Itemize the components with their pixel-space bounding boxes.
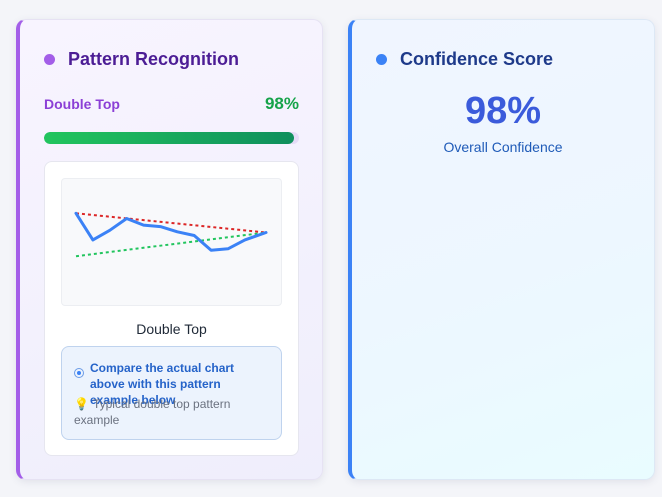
pattern-example-label: Double Top [136, 321, 207, 337]
pattern-example-panel: Double Top Compare the actual chart abov… [44, 161, 299, 456]
score-card-title: Confidence Score [400, 49, 554, 69]
info-indicator-icon [74, 368, 84, 378]
pattern-name: Double Top [44, 96, 120, 112]
price-line [74, 211, 268, 252]
pattern-recognition-card: Pattern Recognition Double Top 98% Doubl… [16, 19, 323, 480]
lightbulb-icon: 💡 [74, 397, 89, 411]
pattern-example-chart [61, 178, 282, 306]
score-card-header: Confidence Score [376, 49, 553, 70]
pattern-status-dot [44, 54, 55, 65]
pattern-sketch-svg [74, 211, 268, 258]
confidence-score-label: Overall Confidence [443, 139, 563, 155]
pattern-info-box: Compare the actual chart above with this… [61, 346, 282, 440]
info-tip-text: Typical double top pattern example [74, 397, 231, 427]
pattern-confidence: 98% [264, 94, 299, 113]
info-tip: 💡 Typical double top pattern example [74, 396, 271, 428]
confidence-progress-bar [44, 132, 299, 144]
score-status-dot [376, 54, 387, 65]
confidence-score-value: 98% [464, 90, 542, 132]
pattern-summary-row: Double Top 98% [44, 94, 299, 114]
pattern-card-header: Pattern Recognition [44, 49, 239, 70]
confidence-score-card: Confidence Score 98% Overall Confidence [348, 19, 655, 480]
pattern-card-title: Pattern Recognition [68, 49, 240, 69]
confidence-progress-fill [44, 132, 294, 144]
